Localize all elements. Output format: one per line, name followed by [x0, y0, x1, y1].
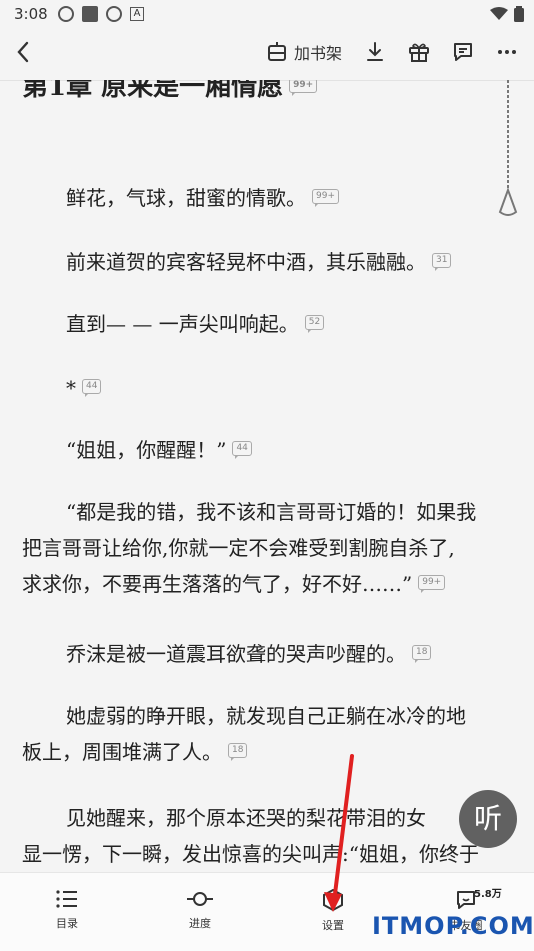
- app-notification-icon-2: [106, 6, 122, 22]
- paragraph-line: 前来道贺的宾客轻晃杯中酒，其乐融融。: [66, 250, 426, 274]
- rope-pull-icon[interactable]: [496, 80, 520, 220]
- paragraph: 前来道贺的宾客轻晃杯中酒，其乐融融。 31: [22, 244, 514, 280]
- settings-icon: [323, 889, 343, 911]
- paragraph: 见她醒来，那个原本还哭的梨花带泪的女显一愣，下一瞬，发出惊喜的尖叫声:“姐姐，你…: [22, 800, 514, 872]
- status-system-icons: [490, 6, 524, 22]
- status-notification-icons: A: [58, 6, 144, 22]
- chevron-left-icon: [17, 41, 29, 63]
- a-notification-icon: A: [130, 7, 144, 21]
- battery-icon: [514, 6, 524, 22]
- nav-label: 目录: [56, 917, 78, 930]
- bookshelf-icon: [267, 42, 286, 61]
- comment-count-bubble[interactable]: 18: [228, 743, 248, 761]
- paragraph-line: “姐姐，你醒醒！”: [66, 438, 227, 462]
- comment-count-bubble[interactable]: 52: [304, 315, 325, 333]
- comment-count-bubble[interactable]: 99+: [312, 189, 339, 207]
- comment-count-badge: 5.8万: [474, 889, 502, 900]
- paragraph: 鲜花，气球，甜蜜的情歌。 99+: [22, 180, 514, 216]
- paragraph: “都是我的错，我不该和言哥哥订婚的！如果我把言哥哥让给你,你就一定不会难受到割腕…: [22, 494, 514, 602]
- listen-button[interactable]: 听: [459, 790, 517, 848]
- list-icon: [56, 890, 77, 908]
- status-time: 3:08: [14, 5, 48, 23]
- paragraph-line: 板上，周围堆满了人。: [22, 740, 222, 764]
- nav-label: 设置: [322, 919, 344, 932]
- reading-content[interactable]: 第1章 原来是一厢情愿 99+ 鲜花，气球，甜蜜的情歌。 99+ 前来道贺的宾客轻晃杯…: [0, 80, 534, 872]
- add-to-shelf-button[interactable]: 加书架: [266, 40, 342, 64]
- paragraph: “姐姐，你醒醒！” 44: [22, 432, 514, 468]
- paragraph: 乔沫是被一道震耳欲聋的哭声吵醒的。 18: [22, 636, 514, 672]
- paragraph: 她虚弱的睁开眼，就发现自己正躺在冰冷的地板上，周围堆满了人。 18: [22, 698, 514, 770]
- paragraph-line: 鲜花，气球，甜蜜的情歌。: [66, 186, 306, 210]
- more-icon[interactable]: [496, 41, 518, 63]
- reader-toolbar: 加书架: [0, 28, 534, 81]
- app-notification-icon: [58, 6, 74, 22]
- nav-settings[interactable]: 设置: [293, 889, 373, 933]
- comment-count-bubble[interactable]: 18: [412, 645, 432, 663]
- paragraph-line: 显一愣，下一瞬，发出惊喜的尖叫声:“姐姐，你终于: [22, 842, 479, 866]
- download-icon[interactable]: [364, 41, 386, 63]
- gift-icon[interactable]: [408, 41, 430, 63]
- comment-count-bubble[interactable]: 31: [432, 253, 452, 271]
- edit-comment-icon[interactable]: [452, 41, 474, 63]
- paragraph: * 44: [22, 370, 514, 406]
- progress-icon: [187, 892, 213, 906]
- site-watermark: ITMOP.COM: [372, 912, 534, 940]
- comment-count-bubble[interactable]: 99+: [289, 80, 318, 96]
- paragraph-line: 直到— — 一声尖叫响起。: [66, 312, 299, 336]
- chapter-title: 第1章 原来是一厢情愿 99+: [22, 80, 318, 103]
- paragraph-line: 把言哥哥让给你,你就一定不会难受到割腕自杀了,: [22, 536, 455, 560]
- paragraph-line: 求求你，不要再生落落的气了，好不好……”: [22, 572, 413, 596]
- status-bar: 3:08 A: [0, 0, 534, 28]
- back-button[interactable]: [16, 40, 40, 68]
- paragraph-line: 见她醒来，那个原本还哭的梨花带泪的女: [66, 806, 426, 830]
- nav-progress[interactable]: 进度: [160, 889, 240, 931]
- paragraph-line: 乔沫是被一道震耳欲聋的哭声吵醒的。: [66, 642, 406, 666]
- paragraph: 直到— — 一声尖叫响起。 52: [22, 306, 514, 342]
- comment-count-bubble[interactable]: 44: [82, 379, 102, 397]
- comment-count-bubble[interactable]: 99+: [418, 575, 446, 593]
- paragraph-line: “都是我的错，我不该和言哥哥订婚的！如果我: [66, 500, 477, 524]
- paragraph-line: *: [66, 376, 76, 400]
- add-to-shelf-label: 加书架: [293, 44, 342, 63]
- paragraph-line: 她虚弱的睁开眼，就发现自己正躺在冰冷的地: [66, 704, 466, 728]
- nav-catalog[interactable]: 目录: [27, 889, 107, 931]
- nav-label: 进度: [189, 917, 211, 930]
- square-notification-icon: [82, 6, 98, 22]
- wifi-icon: [490, 7, 508, 20]
- comment-count-bubble[interactable]: 44: [232, 441, 252, 459]
